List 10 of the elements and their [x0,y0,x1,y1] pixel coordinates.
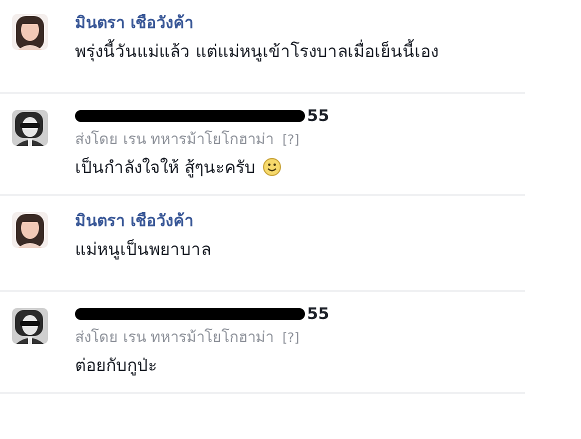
author-name[interactable]: มินตรา เชือวังค้า [75,208,194,233]
author-name[interactable]: มินตรา เชือวังค้า [75,10,194,35]
comment-text: เป็นกำลังใจให้ สู้ๆนะครับ [75,156,256,180]
author-name[interactable]: 55 [307,304,330,323]
posted-by-text: ส่งโดย เรน ทหารม้าโยโกฮาม่า [75,130,274,148]
comment-text: แม่หนูเป็นพยาบาล [75,238,211,262]
comment-text: ต่อยกับกูป่ะ [75,355,157,378]
comment-text: พรุ่งนี้วันแม่แล้ว แต่แม่หนูเข้าโรงบาลเมื่อเย็นนี้เอง [75,37,438,64]
author-name[interactable]: 55 [307,106,330,125]
posted-by-text: ส่งโดย เรน ทหารม้าโยโกฮาม่า [75,328,274,346]
